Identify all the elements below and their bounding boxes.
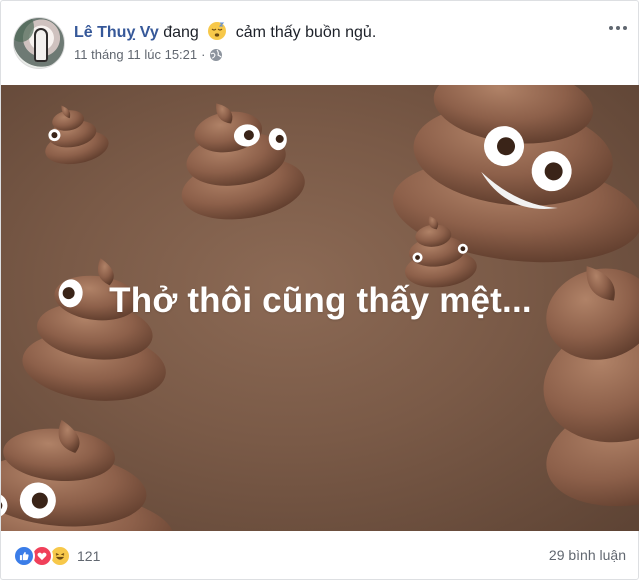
feeling-text: cảm thấy buồn ngủ.	[235, 24, 377, 41]
meta-separator: ·	[201, 47, 206, 62]
comment-count-link[interactable]: 29 bình luận	[549, 547, 626, 563]
post-header: Lê Thuỵ Vy đang cảm thấy buồn ngủ. 11 th…	[1, 1, 639, 85]
sleepy-face-icon	[208, 22, 227, 40]
avatar-background	[14, 18, 34, 42]
poop-emoji-graphic	[22, 258, 166, 401]
author-name-link[interactable]: Lê Thuỵ Vy	[74, 24, 159, 41]
poop-emoji-graphic	[1, 419, 174, 531]
reaction-count: 121	[77, 548, 101, 564]
author-avatar[interactable]	[13, 17, 65, 69]
poop-emoji-graphic	[181, 103, 305, 220]
image-caption-text: Thở thôi cũng thấy mệt...	[109, 281, 532, 320]
post-meta: 11 tháng 11 lúc 15:21 ·	[74, 47, 223, 62]
reactions-summary[interactable]: 121	[13, 545, 100, 567]
poop-emoji-graphic	[45, 105, 109, 165]
feed-post: Lê Thuỵ Vy đang cảm thấy buồn ngủ. 11 th…	[0, 0, 639, 580]
more-dot	[623, 26, 627, 30]
post-footer: 121 29 bình luận	[1, 531, 639, 580]
more-dot	[609, 26, 613, 30]
post-timestamp-link[interactable]: 11 tháng 11 lúc 15:21	[74, 47, 197, 62]
like-icon	[13, 545, 35, 567]
post-image[interactable]: Thở thôi cũng thấy mệt...	[1, 85, 639, 531]
feeling-prefix: đang	[163, 24, 199, 41]
more-options-icon[interactable]	[603, 17, 633, 39]
avatar-figure	[34, 28, 48, 62]
more-dot	[616, 26, 620, 30]
post-title-line: Lê Thuỵ Vy đang cảm thấy buồn ngủ.	[74, 21, 376, 43]
globe-icon[interactable]	[209, 48, 223, 62]
